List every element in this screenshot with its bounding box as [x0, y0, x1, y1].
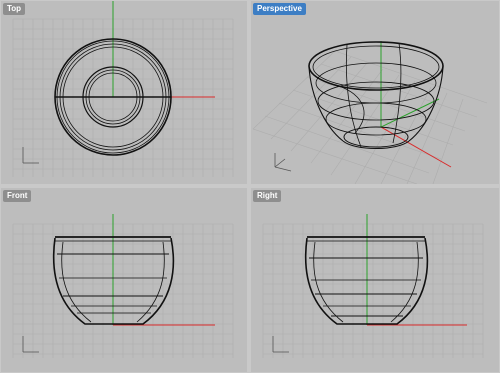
viewport-top[interactable]: Top: [1, 1, 247, 184]
viewport-front[interactable]: Front: [1, 188, 247, 372]
right-grid: [262, 223, 484, 358]
viewport-label-top[interactable]: Top: [3, 3, 26, 15]
top-view-canvas[interactable]: [1, 1, 247, 184]
perspective-bowl-wireframe: [308, 41, 444, 149]
viewport-right[interactable]: Right: [251, 188, 499, 372]
front-bowl-profile: [52, 236, 175, 325]
right-view-canvas[interactable]: [251, 188, 499, 372]
viewport-perspective[interactable]: Perspective: [251, 1, 499, 184]
perspective-axis-icon: [274, 153, 292, 172]
viewport-label-front[interactable]: Front: [3, 190, 32, 202]
perspective-view-canvas[interactable]: [251, 1, 499, 184]
right-axes: [366, 214, 467, 326]
front-grid: [12, 223, 234, 358]
top-grid: [12, 18, 234, 177]
front-view-canvas[interactable]: [1, 188, 247, 372]
viewport-layout: Top Perspective Front Right: [0, 0, 500, 373]
viewport-label-perspective[interactable]: Perspective: [253, 3, 306, 15]
viewport-label-right[interactable]: Right: [253, 190, 282, 202]
top-axis-icon: [22, 147, 39, 164]
perspective-grid: [252, 50, 488, 184]
